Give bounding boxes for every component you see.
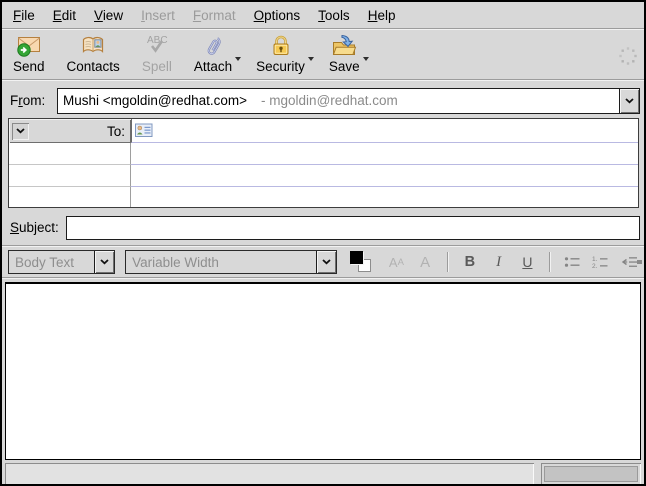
security-icon [268,32,294,59]
font-face-value: Variable Width [126,251,316,273]
underline-button[interactable]: U [513,250,542,274]
format-separator [549,252,551,272]
svg-text:1.: 1. [592,256,598,263]
subject-label: Subject: [10,220,66,235]
menu-options-label: Options [254,8,301,23]
format-separator [447,252,449,272]
statusbar [5,463,641,485]
menu-insert: Insert [132,5,184,26]
numbered-list-button[interactable]: 1. 2. [587,250,616,274]
menu-format-label: Format [193,8,236,23]
recipient-row-4-type-cell[interactable] [9,187,131,207]
attach-menu-arrow-icon[interactable] [235,57,241,61]
main-toolbar: Send Contacts [2,30,644,79]
attach-label: Attach [194,59,232,74]
from-combobox[interactable]: Mushi <mgoldin@redhat.com> - mgoldin@red… [57,88,640,114]
chevron-down-icon [100,259,109,265]
send-icon [16,32,42,59]
contacts-button[interactable]: Contacts [60,31,127,74]
recipient-type-dropdown[interactable] [12,123,29,140]
paragraph-style-combobox[interactable]: Body Text [8,250,115,274]
menu-help[interactable]: Help [359,5,405,26]
menu-edit-label: Edit [53,8,76,23]
italic-button[interactable]: I [484,250,513,274]
menu-format: Format [184,5,245,26]
send-button[interactable]: Send [6,31,52,74]
contacts-label: Contacts [67,59,120,74]
numbered-list-icon: 1. 2. [592,255,609,269]
font-face-dropdown-button[interactable] [316,251,336,273]
spell-icon: ABC [144,32,170,59]
menubar: File Edit View Insert Format Options Too… [2,2,644,28]
contacts-icon [80,32,106,59]
foreground-color-swatch[interactable] [350,251,363,264]
subject-input[interactable] [66,216,640,240]
send-label: Send [13,59,45,74]
from-label: From: [10,93,57,108]
save-menu-arrow-icon[interactable] [363,57,369,61]
chevron-down-icon [625,98,634,104]
increase-font-size-button: A [411,250,440,274]
svg-text:2.: 2. [592,263,598,269]
menu-view-label: View [94,8,123,23]
save-icon [331,32,357,59]
format-toolbar-separator-bottom [2,277,644,279]
save-label: Save [329,59,360,74]
menu-view[interactable]: View [85,5,132,26]
recipient-grid: To: [8,118,639,208]
menu-tools[interactable]: Tools [309,5,359,26]
paragraph-style-value: Body Text [9,251,94,273]
security-label: Security [256,59,305,74]
bullet-list-button[interactable] [558,250,587,274]
menu-tools-label: Tools [318,8,350,23]
spell-label: Spell [142,59,172,74]
recipient-type-button[interactable]: To: [9,119,131,143]
recipient-row-3-type-cell[interactable] [9,165,131,187]
outdent-icon [621,255,638,269]
recipient-row-2-entry[interactable] [131,143,638,165]
recipient-row-3-entry[interactable] [131,165,638,187]
font-face-combobox[interactable]: Variable Width [125,250,337,274]
activity-spinner-icon [617,45,639,72]
spell-button: ABC Spell [135,31,179,74]
recipient-row-2-type-cell[interactable] [9,143,131,165]
menu-file[interactable]: File [4,5,44,26]
decrease-font-size-button: AA [382,250,411,274]
from-address-secondary: - mgoldin@redhat.com [261,93,398,108]
attach-button[interactable]: Attach [187,31,239,74]
progress-bar [541,463,641,485]
save-button[interactable]: Save [322,31,367,74]
menu-edit[interactable]: Edit [44,5,85,26]
to-button-label: To: [29,124,125,139]
menu-options[interactable]: Options [245,5,310,26]
attach-icon [200,32,226,59]
format-toolbar: Body Text Variable Width AA A B I U [2,247,644,277]
bullet-list-icon [564,255,581,269]
compose-window: File Edit View Insert Format Options Too… [0,0,646,486]
menu-insert-label: Insert [141,8,175,23]
contact-card-icon [135,123,153,138]
from-row: From: Mushi <mgoldin@redhat.com> - mgold… [10,87,640,114]
paragraph-style-dropdown-button[interactable] [94,251,114,273]
from-dropdown-button[interactable] [619,89,639,113]
chevron-down-icon [322,259,331,265]
svg-text:ABC: ABC [147,35,168,46]
menu-file-label: File [13,8,35,23]
progress-bar-track [544,466,638,482]
recipient-row-4-entry[interactable] [131,187,638,207]
toolbar-separator [2,79,644,81]
menu-help-label: Help [368,8,396,23]
text-color-picker[interactable] [350,251,373,274]
message-body-editor[interactable] [5,282,641,460]
toolbar-overflow-indicator [637,260,642,264]
security-button[interactable]: Security [249,31,312,74]
status-message [5,463,534,485]
security-menu-arrow-icon[interactable] [308,57,314,61]
to-address-entry[interactable] [131,119,638,143]
from-identity: Mushi <mgoldin@redhat.com> [63,93,247,108]
subject-row: Subject: [10,215,640,240]
bold-button[interactable]: B [456,250,485,274]
from-value-text: Mushi <mgoldin@redhat.com> - mgoldin@red… [58,89,619,113]
chevron-down-icon [16,128,25,134]
